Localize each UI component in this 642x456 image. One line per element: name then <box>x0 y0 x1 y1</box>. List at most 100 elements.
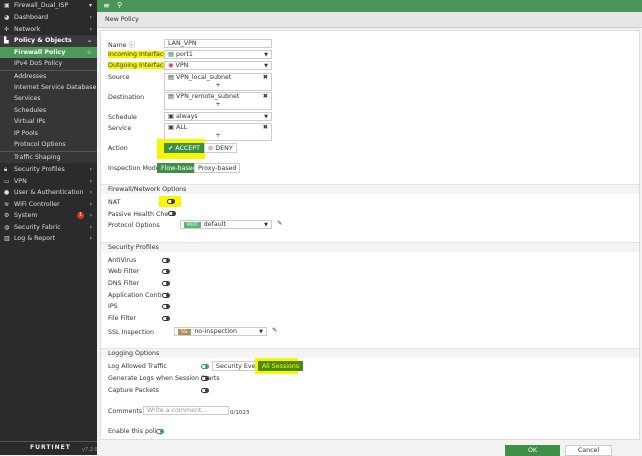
chevron-right-icon: › <box>89 25 92 33</box>
dashboard-icon: ◕ <box>4 14 10 21</box>
ssl-inspection-select[interactable]: SSL no-inspection ▼ <box>174 327 267 336</box>
notification-badge: 1 <box>77 212 84 219</box>
sidebar-item-traffic-shaping[interactable]: Traffic Shaping <box>0 151 97 163</box>
deny-button[interactable]: ⊘ DENY <box>204 143 237 153</box>
sidebar-item-log-report[interactable]: ▥ Log & Report › <box>0 233 97 245</box>
dns-filter-toggle[interactable] <box>162 281 170 286</box>
sidebar-item-security-fabric[interactable]: ◍ Security Fabric › <box>0 222 97 234</box>
logging-options-header: Logging Options <box>101 348 639 358</box>
star-icon[interactable]: ☆ <box>87 47 92 59</box>
calendar-icon: ▣ <box>168 113 174 120</box>
comments-input[interactable]: Write a comment... <box>143 406 229 415</box>
sidebar-item-services[interactable]: Services <box>0 93 97 105</box>
sidebar-item-dashboard[interactable]: ◕ Dashboard › <box>0 12 97 24</box>
file-filter-toggle[interactable] <box>162 316 170 321</box>
sidebar-item-wifi-controller[interactable]: ≋ WiFi Controller › <box>0 199 97 211</box>
port-icon: ▦ <box>168 51 174 58</box>
chevron-down-icon: ⌄ <box>86 37 92 44</box>
log-allowed-traffic-toggle[interactable] <box>201 364 209 369</box>
capture-packets-toggle[interactable] <box>201 388 209 393</box>
network-icon: ✢ <box>4 25 10 33</box>
remove-icon[interactable]: ✖ <box>263 93 268 101</box>
service-icon: ▣ <box>168 124 174 131</box>
policy-icon: ▙ <box>4 37 9 44</box>
page-title: New Policy <box>97 12 642 28</box>
sidebar-item-policy-objects[interactable]: ▙ Policy & Objects ⌄ <box>0 35 97 47</box>
name-input[interactable]: LAN_VPN <box>164 39 272 48</box>
chevron-right-icon: › <box>89 177 92 185</box>
chevron-right-icon: › <box>89 212 92 219</box>
gear-icon: ⚙ <box>4 212 10 219</box>
laptop-icon: ▭ <box>4 177 10 185</box>
outgoing-interface-select[interactable]: ◉ VPN ▼ <box>164 61 272 70</box>
source-field[interactable]: ▤ VPN_local_subnet ✖ + <box>164 73 272 91</box>
sidebar: ▣ Firewall_Dual_ISP ▾ ◕ Dashboard › ✢ Network… <box>0 0 98 455</box>
sidebar-item-network[interactable]: ✢ Network › <box>0 24 97 36</box>
version: v7.2.0 <box>82 447 98 453</box>
protocol-options-select[interactable]: PROT default ▼ <box>180 220 272 229</box>
edit-icon[interactable]: ✎ <box>277 220 282 227</box>
accept-button[interactable]: ✔ ACCEPT <box>164 143 204 153</box>
dropdown-icon: ▼ <box>264 114 268 120</box>
sidebar-item-vpn[interactable]: ▭ VPN › <box>0 176 97 188</box>
web-filter-toggle[interactable] <box>162 269 170 274</box>
comment-counter: 0/1023 <box>230 410 250 416</box>
antivirus-toggle[interactable] <box>162 258 170 263</box>
chevron-right-icon: › <box>89 200 92 208</box>
chevron-right-icon: › <box>89 189 92 196</box>
sidebar-item-internet-service-database[interactable]: Internet Service Database <box>0 81 97 93</box>
edit-icon[interactable]: ✎ <box>272 327 277 334</box>
application-control-toggle[interactable] <box>162 293 170 298</box>
remove-icon[interactable]: ✖ <box>263 124 268 132</box>
fabric-icon: ◍ <box>4 223 10 231</box>
sidebar-item-user-authentication[interactable]: ● User & Authentication › <box>0 187 97 199</box>
passive-health-check-toggle[interactable] <box>168 211 176 216</box>
add-destination-button[interactable]: + <box>165 101 271 109</box>
user-icon: ● <box>4 189 10 196</box>
dropdown-icon: ▼ <box>264 63 268 69</box>
cancel-button[interactable]: Cancel <box>565 445 612 456</box>
footer: OK Cancel <box>97 440 642 456</box>
chevron-right-icon: › <box>89 166 92 173</box>
sidebar-item-virtual-ips[interactable]: Virtual IPs <box>0 116 97 128</box>
deny-icon: ⊘ <box>208 145 214 152</box>
schedule-select[interactable]: ▣ always ▼ <box>164 112 272 121</box>
device-selector[interactable]: ▣ Firewall_Dual_ISP ▾ <box>0 0 97 12</box>
device-icon: ▣ <box>4 2 10 9</box>
sidebar-item-addresses[interactable]: Addresses <box>0 70 97 82</box>
lock-icon: 🔒︎ <box>4 166 8 173</box>
ips-toggle[interactable] <box>162 304 170 309</box>
proxy-based-button[interactable]: Proxy-based <box>194 163 241 173</box>
sidebar-item-schedules[interactable]: Schedules <box>0 104 97 116</box>
sidebar-item-firewall-policy[interactable]: Firewall Policy ☆ <box>0 46 97 59</box>
dropdown-icon: ▼ <box>259 329 263 335</box>
enable-policy-toggle[interactable] <box>156 429 164 434</box>
chevron-down-icon: ▾ <box>88 2 92 9</box>
fortinet-logo: FURTINET <box>30 444 71 451</box>
all-sessions-button[interactable]: All Sessions <box>258 361 304 371</box>
sidebar-item-protocol-options[interactable]: Protocol Options <box>0 139 97 151</box>
dropdown-icon: ▼ <box>264 52 268 58</box>
menu-icon[interactable]: ≡ <box>103 1 110 10</box>
chevron-right-icon: › <box>89 14 92 21</box>
sidebar-item-security-profiles[interactable]: 🔒︎ Security Profiles › <box>0 164 97 176</box>
ok-button[interactable]: OK <box>505 445 560 456</box>
sidebar-item-ip-pools[interactable]: IP Pools <box>0 127 97 139</box>
destination-field[interactable]: ▤ VPN_remote_subnet ✖ + <box>164 92 272 110</box>
search-icon[interactable]: ⚲ <box>117 1 122 9</box>
sidebar-item-ipv4-dos-policy[interactable]: IPv4 DoS Policy <box>0 58 97 70</box>
top-bar: ≡ ⚲ <box>97 0 642 12</box>
info-icon: ⓘ <box>128 42 135 49</box>
generate-logs-toggle[interactable] <box>201 376 209 381</box>
chevron-right-icon: › <box>89 223 92 231</box>
remove-icon[interactable]: ✖ <box>263 74 268 82</box>
address-icon: ▤ <box>168 93 174 100</box>
incoming-interface-select[interactable]: ▦ port1 ▼ <box>164 50 272 59</box>
check-icon: ✔ <box>168 145 174 152</box>
sidebar-item-system[interactable]: ⚙ System 1 › <box>0 210 97 222</box>
add-source-button[interactable]: + <box>165 82 271 90</box>
nat-toggle[interactable] <box>167 199 175 204</box>
address-icon: ▤ <box>168 74 174 81</box>
vpn-icon: ◉ <box>168 62 174 69</box>
wifi-icon: ≋ <box>4 200 10 208</box>
